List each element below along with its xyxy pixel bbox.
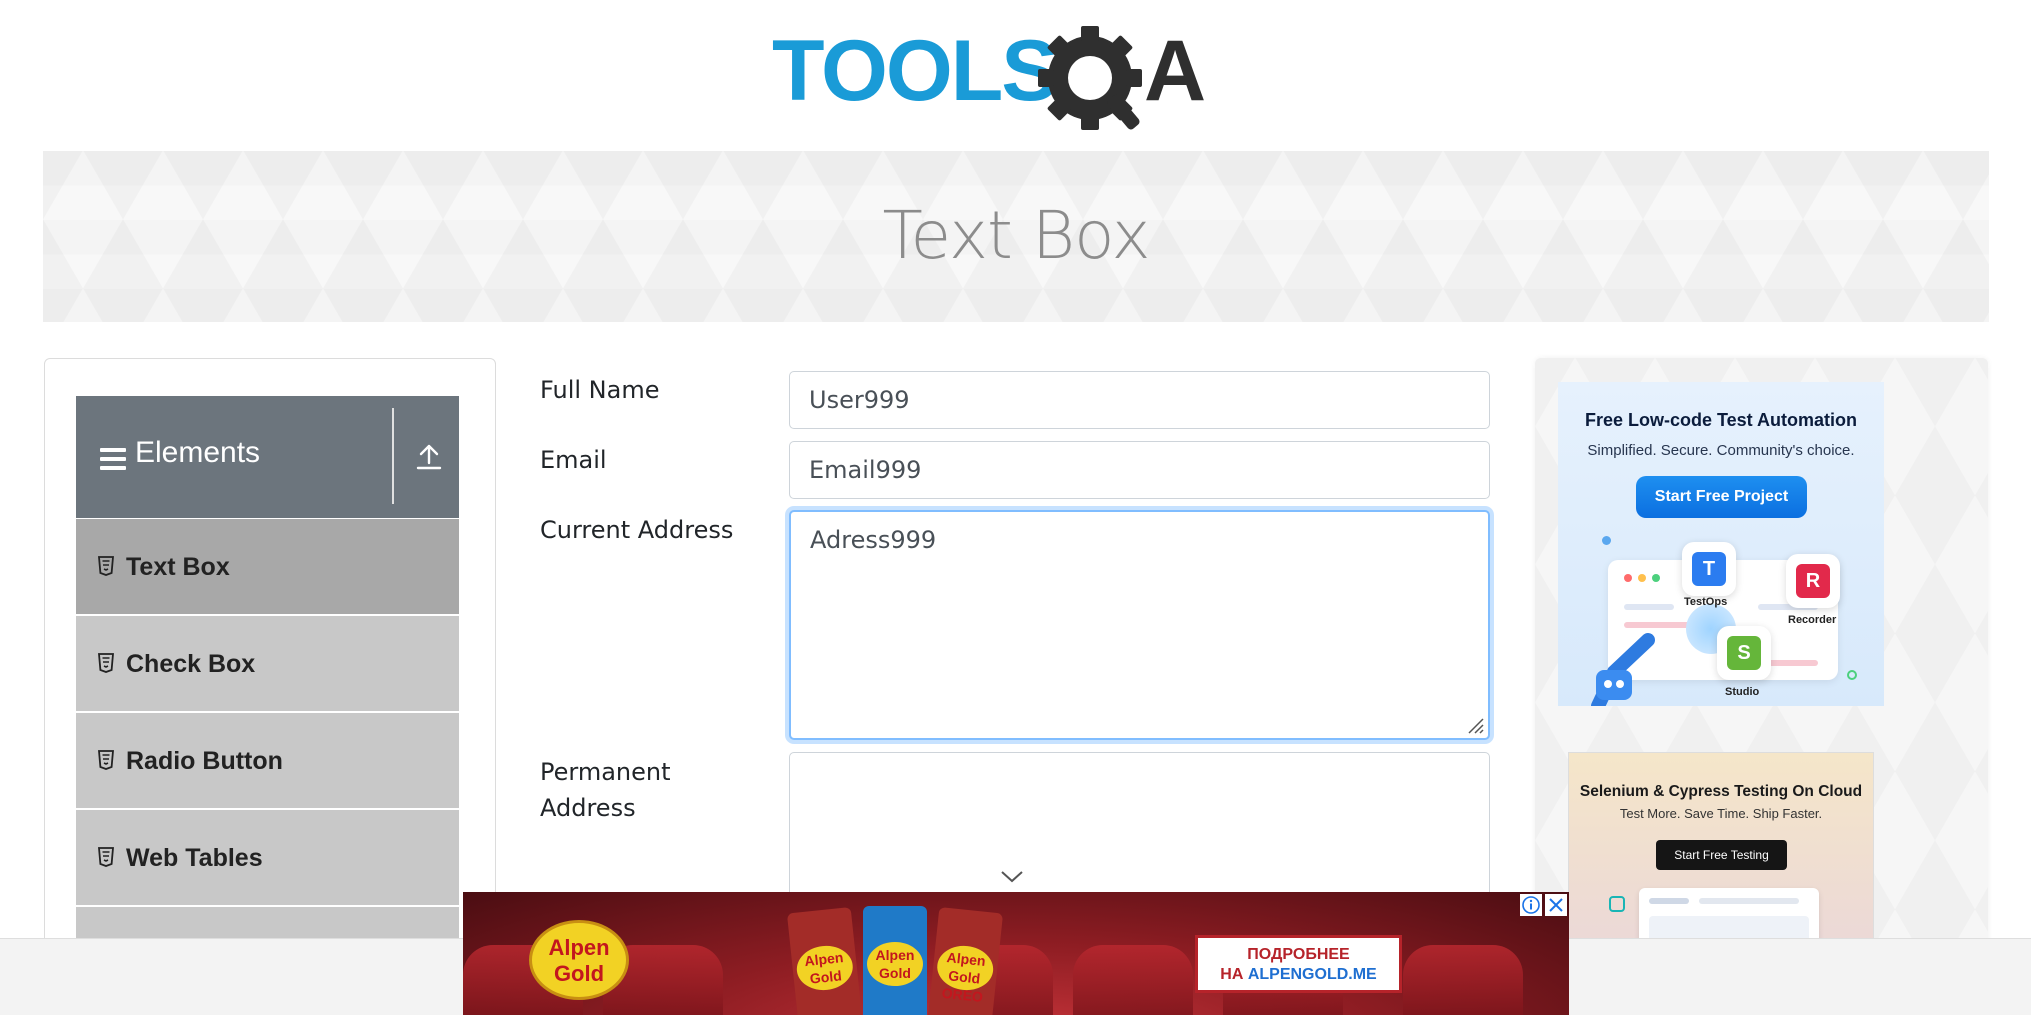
ad-headline: Selenium & Cypress Testing On Cloud	[1579, 783, 1863, 800]
permanent-address-label-line1: Permanent	[540, 758, 671, 786]
sidebar-item-radio-button[interactable]: Radio Button	[76, 712, 459, 809]
email-input[interactable]: Email999	[789, 441, 1490, 499]
bar-label: Alpen Gold OREO	[935, 943, 996, 1005]
chocolate-bar-image: Alpen Gold	[786, 906, 864, 1015]
sidebar-item-web-tables[interactable]: Web Tables	[76, 809, 459, 906]
tile-label-recorder: Recorder	[1788, 614, 1837, 626]
html5-icon	[98, 556, 114, 576]
start-free-project-button[interactable]: Start Free Project	[1636, 476, 1807, 518]
sidebar-item-label: Check Box	[126, 650, 256, 678]
sidebar-menu-list: Text Box Check Box Radio Button Web Tabl…	[76, 518, 459, 1003]
bar-label: Alpen Gold	[867, 942, 923, 986]
html5-icon	[98, 653, 114, 673]
more-button-prefix: НА	[1220, 966, 1248, 983]
page-banner: Text Box	[43, 151, 1989, 322]
sidebar-item-label: Radio Button	[126, 747, 283, 775]
collapse-up-icon[interactable]	[416, 443, 442, 471]
email-label: Email	[540, 446, 607, 474]
alpengold-more-button[interactable]: ПОДРОБНЕЕ НА ALPENGOLD.ME	[1195, 935, 1402, 993]
permanent-address-label: Permanent Address	[540, 754, 671, 826]
resize-handle-icon[interactable]	[1466, 716, 1484, 734]
alpengold-logo-line1: Alpen	[548, 935, 610, 960]
recorder-icon: R	[1786, 554, 1840, 608]
current-address-label: Current Address	[540, 516, 734, 544]
more-button-line1: ПОДРОБНЕЕ	[1247, 946, 1350, 963]
html5-icon	[98, 750, 114, 770]
sidebar-item-check-box[interactable]: Check Box	[76, 615, 459, 712]
more-button-site: ALPENGOLD.ME	[1247, 966, 1377, 983]
logo-text-a: A	[1144, 23, 1206, 119]
chevron-down-icon[interactable]	[1000, 870, 1024, 884]
html5-icon	[98, 847, 114, 867]
toolsqa-logo[interactable]: TOOLS A	[772, 22, 1266, 138]
sidebar-item-label: Text Box	[126, 553, 230, 581]
ad-info-icon[interactable]	[1520, 894, 1542, 916]
ad-headline: Free Low-code Test Automation	[1584, 410, 1857, 430]
start-free-testing-button[interactable]: Start Free Testing	[1656, 840, 1787, 870]
permanent-address-label-line2: Address	[540, 794, 636, 822]
ad-close-icon[interactable]	[1545, 894, 1567, 916]
hamburger-icon	[100, 448, 126, 470]
ad-subline: Simplified. Secure. Community's choice.	[1587, 442, 1855, 459]
sidebar-group-elements[interactable]: Elements	[76, 396, 459, 518]
logo-text-tools: TOOLS	[772, 23, 1057, 119]
alpengold-logo: Alpen Gold	[529, 920, 629, 1000]
full-name-label: Full Name	[540, 376, 660, 404]
sidebar-item-text-box[interactable]: Text Box	[76, 518, 459, 615]
current-address-value: Adress999	[810, 526, 937, 554]
sidebar-item-label: Web Tables	[126, 844, 263, 872]
lambdatest-logo-icon	[1609, 896, 1625, 912]
studio-icon: S	[1717, 626, 1771, 680]
tile-label-studio: Studio	[1725, 686, 1760, 698]
robot-arm-icon	[1591, 633, 1655, 706]
tile-label-testops: TestOps	[1684, 596, 1728, 608]
sidebar-group-title: Elements	[135, 436, 261, 469]
chocolate-bar-image: Alpen Gold OREO	[926, 906, 1004, 1015]
alpengold-ad-banner[interactable]: Alpen Gold Alpen Gold Alpen Gold Alpen G…	[463, 892, 1569, 1015]
current-address-textarea[interactable]: Adress999	[789, 510, 1490, 740]
testops-icon: T	[1682, 542, 1736, 596]
sidebar-group-divider	[392, 408, 394, 504]
bar-label: Alpen Gold	[794, 943, 855, 993]
alpengold-logo-line2: Gold	[553, 961, 605, 986]
full-name-input[interactable]: User999	[789, 371, 1490, 429]
chocolate-bar-image: Alpen Gold	[863, 906, 927, 1015]
katalon-ad[interactable]: Free Low-code Test Automation Simplified…	[1558, 382, 1884, 706]
ad-subline: Test More. Save Time. Ship Faster.	[1619, 806, 1823, 821]
page-title: Text Box	[882, 197, 1150, 274]
